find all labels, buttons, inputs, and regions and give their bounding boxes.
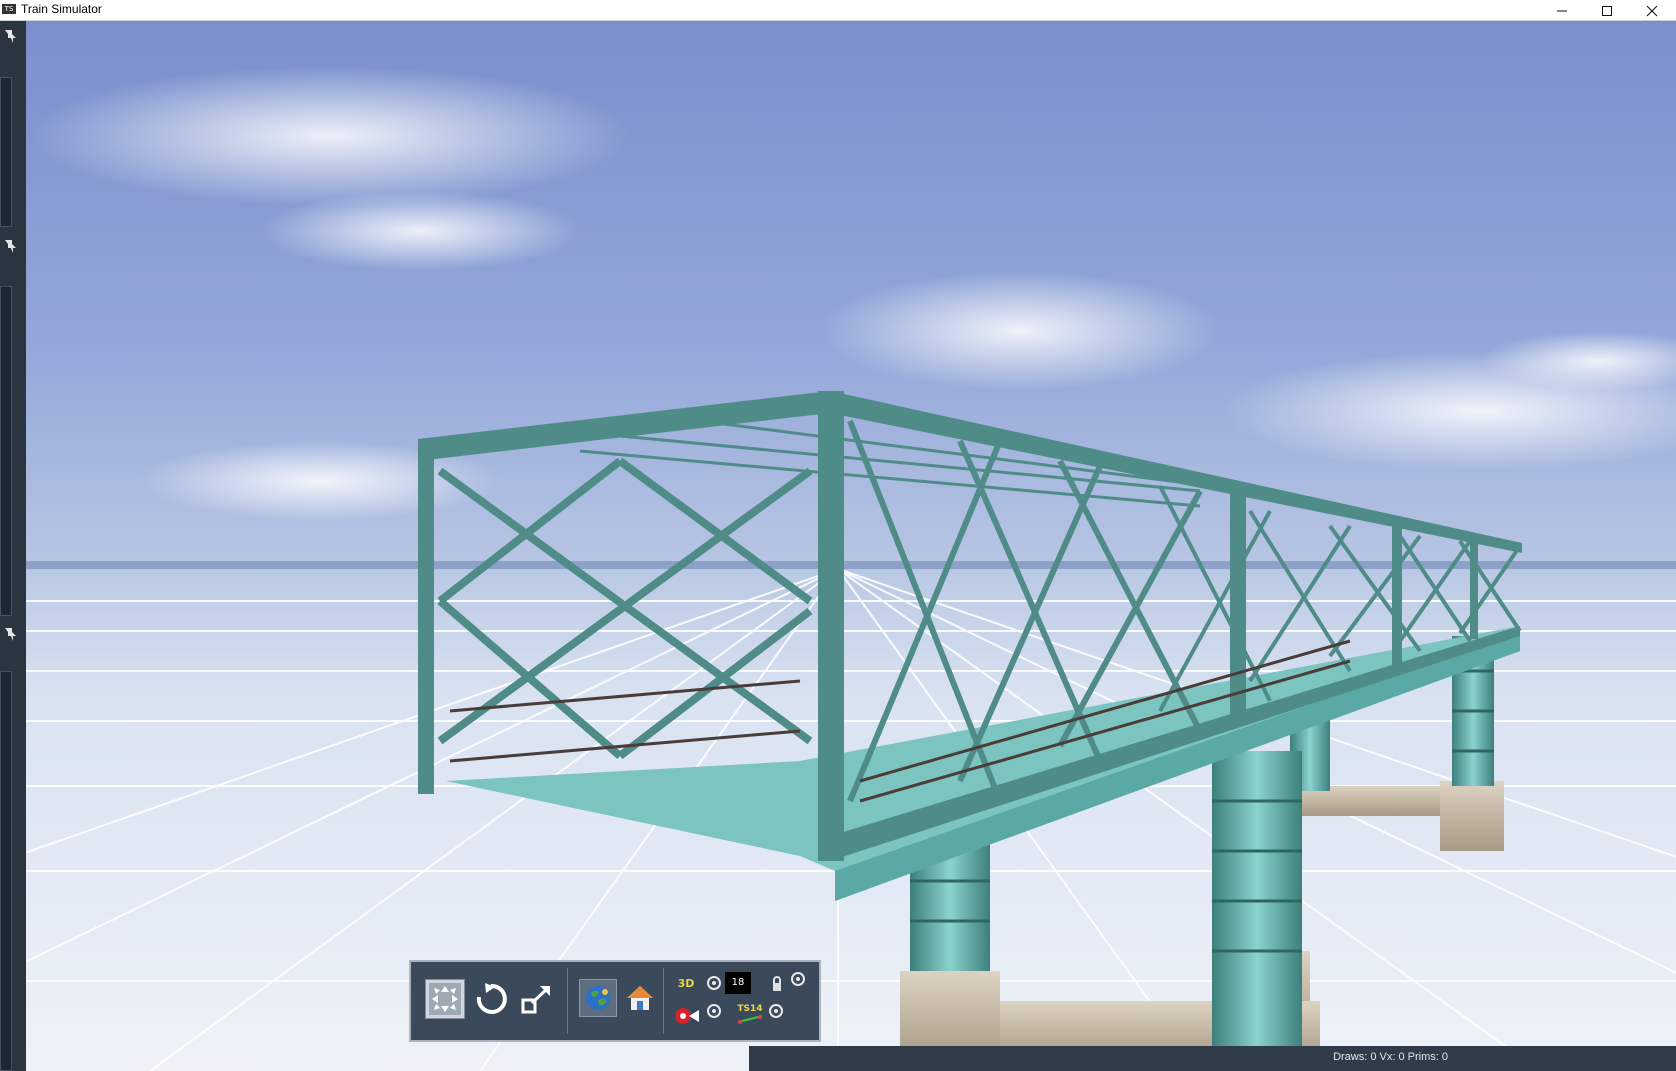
editor-toolbar: 3D 18 TS14: [409, 960, 821, 1042]
lock-icon[interactable]: [771, 976, 783, 992]
rotate-icon: [476, 983, 507, 1014]
world-view-icon: [586, 986, 610, 1010]
world-view-button[interactable]: [579, 979, 617, 1017]
magnet-icon[interactable]: [673, 1004, 701, 1028]
left-dock-panel: [0, 21, 26, 1071]
toolbar-separator: [663, 968, 664, 1034]
scene-render: [0, 21, 1676, 1071]
scale-icon: [521, 986, 550, 1014]
window-title: Train Simulator: [21, 2, 102, 16]
counter-display: 18: [725, 972, 751, 994]
lock-radio[interactable]: [791, 972, 805, 986]
status-bar: Draws: 0 Vx: 0 Prims: 0: [749, 1046, 1676, 1071]
minimize-icon: [1557, 10, 1567, 11]
close-icon: [1646, 5, 1658, 16]
dock-panel-middle[interactable]: [0, 286, 12, 616]
maximize-button[interactable]: [1585, 0, 1629, 21]
3d-toggle-label[interactable]: 3D: [673, 972, 699, 994]
minimize-button[interactable]: [1540, 0, 1584, 21]
ts-radio[interactable]: [769, 1004, 783, 1018]
render-stats: Draws: 0 Vx: 0 Prims: 0: [1333, 1051, 1448, 1063]
title-bar[interactable]: TS Train Simulator: [0, 0, 1676, 21]
close-button[interactable]: [1630, 0, 1674, 21]
move-button[interactable]: [425, 979, 465, 1019]
ts-version-label[interactable]: TS14: [733, 1000, 767, 1028]
home-icon: [627, 986, 653, 1010]
3d-viewport[interactable]: [0, 21, 1676, 1071]
pin-icon[interactable]: [2, 237, 20, 255]
dock-panel-bottom[interactable]: [0, 671, 12, 1071]
scale-button[interactable]: [517, 979, 557, 1019]
track-icon: [737, 1015, 763, 1024]
app-window: TS Train Simulator 3D 18 TS14 Draws: 0 V…: [0, 0, 1676, 1071]
app-icon: TS: [2, 4, 16, 14]
snap-radio[interactable]: [707, 1004, 721, 1018]
move-icon: [429, 983, 461, 1015]
ts-label: TS14: [737, 1004, 763, 1014]
pin-icon[interactable]: [2, 27, 20, 45]
home-button[interactable]: [621, 979, 659, 1017]
rotate-button[interactable]: [471, 979, 511, 1019]
toolbar-separator: [567, 968, 568, 1034]
dock-panel-top[interactable]: [0, 77, 12, 227]
maximize-icon: [1602, 5, 1612, 16]
3d-radio[interactable]: [707, 976, 721, 990]
pin-icon[interactable]: [2, 625, 20, 643]
